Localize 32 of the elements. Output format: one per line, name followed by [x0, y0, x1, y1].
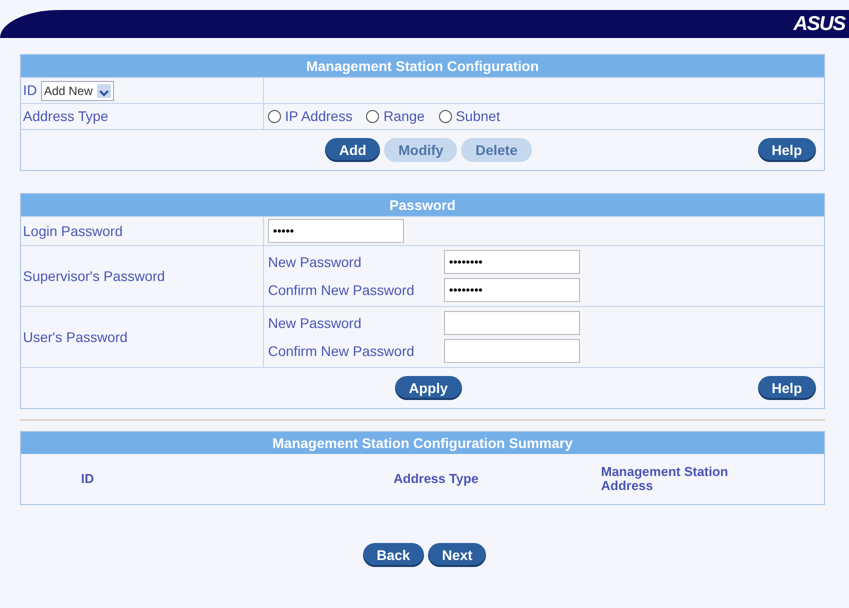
caret-icon [96, 84, 111, 98]
field-label: Address Type [23, 107, 108, 126]
help-button[interactable]: Help [758, 138, 816, 162]
password-field[interactable] [444, 339, 580, 363]
panel-title: Password [21, 194, 824, 216]
column-header: Management Station Address [600, 464, 730, 494]
logo: ASUS [793, 12, 845, 37]
apply-button[interactable]: Apply [394, 376, 462, 400]
radio-option[interactable]: Range [366, 106, 425, 127]
password-field[interactable] [444, 311, 580, 335]
panel-title: Management Station Configuration Summary [21, 432, 824, 454]
field-label: User's Password [23, 328, 128, 346]
field-label: Supervisor's Password [23, 266, 165, 286]
password-field[interactable]: ••••• [268, 219, 404, 243]
field-label: Confirm New Password [268, 280, 416, 300]
field-label: Login Password [23, 222, 123, 241]
nav-button[interactable]: Back [362, 543, 424, 567]
password-field[interactable]: •••••••• [444, 250, 580, 274]
field-label: ID [23, 81, 37, 100]
field-label: New Password [268, 252, 362, 272]
radio-option[interactable]: Subnet [438, 106, 500, 127]
field-label: Confirm New Password [268, 342, 416, 360]
field-label: New Password [268, 314, 362, 332]
password-field[interactable]: •••••••• [444, 278, 580, 302]
nav-button[interactable]: Next [428, 543, 486, 567]
column-header: Address Type [392, 470, 480, 488]
column-header: ID [80, 470, 95, 488]
action-button[interactable]: Add [325, 138, 380, 162]
panel-title: Management Station Configuration [21, 55, 824, 77]
id-select[interactable]: Add New [41, 80, 114, 100]
help-button[interactable]: Help [758, 376, 816, 400]
radio-option[interactable]: IP Address [268, 106, 352, 127]
